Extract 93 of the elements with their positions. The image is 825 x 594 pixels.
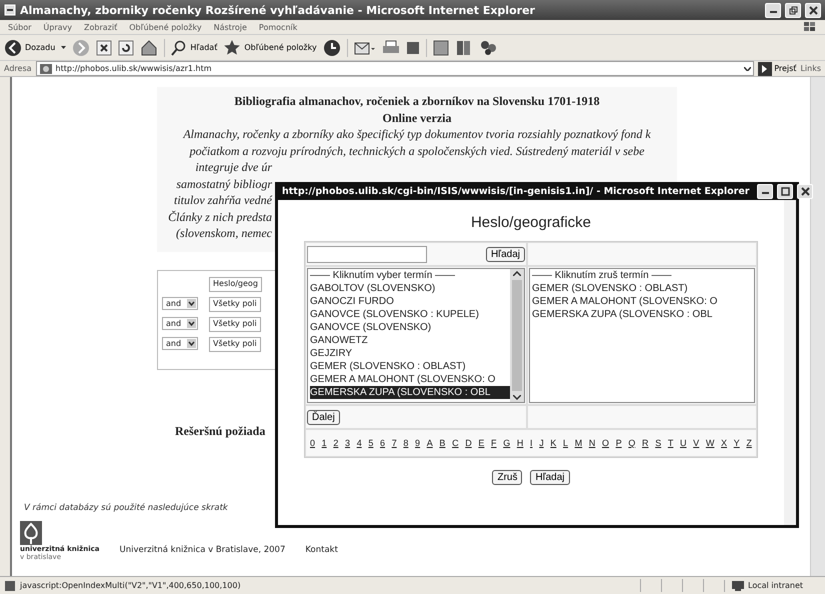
list-item[interactable]: GEMERSKA ZUPA (SLOVENSKO : OBL <box>532 308 754 321</box>
status-text: javascript:OpenIndexMulti("V2","V1",400,650,100,100) <box>20 581 241 590</box>
intro-text: Články z nich predsta <box>168 210 272 224</box>
list-item[interactable]: GEMER A MALOHONT (SLOVENSKO: O <box>532 295 754 308</box>
intro-text: Almanachy, ročenky a zborníky ako špecifický typ dokumentov tvoria rozsiahly poznatkový fond k <box>183 126 651 142</box>
index-link[interactable]: A <box>426 438 433 448</box>
intro-text: (slovenskom, nemec <box>176 226 272 240</box>
menu-item[interactable]: Obľúbené položky <box>129 22 202 32</box>
list-item[interactable]: GEMER (SLOVENSKO : OBLAST) <box>310 360 510 373</box>
list-item[interactable]: GANOCZI FURDO <box>310 295 510 308</box>
next-button[interactable]: Ďalej <box>307 410 340 424</box>
index-link[interactable]: 9 <box>415 438 420 448</box>
list-item[interactable]: GEMER (SLOVENSKO : OBLAST) <box>532 282 754 295</box>
favorites-button[interactable]: Obľúbené položky <box>223 39 317 56</box>
index-link[interactable]: R <box>642 438 649 448</box>
field-select[interactable]: Všetky poli <box>209 336 261 352</box>
index-link[interactable]: T <box>668 438 674 448</box>
selected-terms-listbox[interactable]: —— Kliknutím zruš termín —— GEMER (SLOVENSKO : OBLAST) GEMER A MALOHONT (SLOVENSKO: O GEMERSKA ZUPA (SLOVENSKO : OBL <box>529 268 755 403</box>
intro-text: integruje dve úr <box>195 160 272 174</box>
address-label: Adresa <box>4 64 32 73</box>
intro-text: samostatný bibliogr <box>176 176 272 190</box>
list-item[interactable]: GABOLTOV (SLOVENSKO) <box>310 282 510 295</box>
index-link[interactable]: W <box>706 438 714 448</box>
contact-link[interactable]: Kontakt <box>305 544 338 560</box>
index-link[interactable]: P <box>616 438 622 448</box>
operator-select[interactable]: and <box>162 316 198 330</box>
back-button[interactable]: Dozadu <box>4 38 56 56</box>
list-header: —— Kliknutím vyber termín —— <box>310 269 456 282</box>
index-link[interactable]: 2 <box>333 438 338 448</box>
operator-select[interactable]: and <box>162 296 198 310</box>
index-link[interactable]: 5 <box>368 438 374 448</box>
window-title: Almanachy, zborniky ročenky Rozšírené vyhľadávanie - Microsoft Internet Explorer <box>20 4 535 16</box>
index-link[interactable]: 1 <box>322 438 327 448</box>
index-link[interactable]: U <box>680 438 687 448</box>
abbreviation-note: V rámci databázy sú použité nasledujúce skratk <box>24 502 229 512</box>
menu-item[interactable]: Súbor <box>8 22 32 32</box>
links-label[interactable]: Links <box>800 64 821 73</box>
page-heading: Online verzia <box>382 110 452 126</box>
index-link[interactable]: F <box>491 438 497 448</box>
index-link[interactable]: 7 <box>392 438 397 448</box>
index-link[interactable]: G <box>503 438 510 448</box>
list-item[interactable]: GANOVCE (SLOVENSKO : KUPELE) <box>310 308 510 321</box>
index-link[interactable]: I <box>530 438 533 448</box>
index-link[interactable]: H <box>516 438 524 448</box>
list-item[interactable]: GANOWETZ <box>310 334 510 347</box>
search-button[interactable]: Hľadaj <box>486 246 525 262</box>
list-header: —— Kliknutím zruš termín —— <box>532 269 672 282</box>
dialog-button[interactable]: Zruš <box>492 470 522 485</box>
address-field[interactable]: http://phobos.ulib.sk/wwwisis/azr1.htm <box>36 61 754 76</box>
list-item[interactable]: GEJZIRY <box>310 347 510 360</box>
index-link[interactable]: E <box>478 438 484 448</box>
index-link[interactable]: M <box>574 438 582 448</box>
index-link[interactable]: S <box>655 438 662 448</box>
index-link[interactable]: 4 <box>356 438 362 448</box>
index-link[interactable]: 0 <box>310 438 316 448</box>
field-select[interactable]: Heslo/geog <box>209 276 262 292</box>
index-link[interactable]: C <box>452 438 459 448</box>
list-item[interactable]: GANOVCE (SLOVENSKO) <box>310 321 510 334</box>
search-button[interactable]: Hľadať <box>171 40 218 56</box>
index-link[interactable]: B <box>439 438 446 448</box>
index-link[interactable]: 6 <box>380 438 386 448</box>
section-heading: Rešeršnú požiada <box>175 424 266 438</box>
field-select[interactable]: Všetky poli <box>209 316 261 332</box>
index-link[interactable]: D <box>465 438 472 448</box>
menu-item[interactable]: Zobraziť <box>84 22 118 32</box>
menu-item[interactable]: Nástroje <box>214 22 247 32</box>
menu-item[interactable]: Pomocník <box>258 22 298 32</box>
index-link[interactable]: X <box>721 438 728 448</box>
index-link[interactable]: K <box>550 438 556 448</box>
intro-text: počiatkom a rozvoju prírodných, technických a spoločenských vied. Sústredený materiál v sebe <box>190 142 644 159</box>
list-item[interactable]: GEMERSKA ZUPA (SLOVENSKO : OBL <box>310 386 510 399</box>
copyright-text: Univerzitná knižnica v Bratislave, 2007 <box>119 544 286 556</box>
popup-title: http://phobos.ulib.sk/cgi-bin/ISIS/wwwisis/[in-genisis1.in]/ - Microsoft Internet Explorer <box>282 186 750 196</box>
index-link[interactable]: J <box>539 438 544 448</box>
intro-text: titulov zahŕňa vedné <box>174 193 272 207</box>
menu-item[interactable]: Úpravy <box>43 22 72 32</box>
zone-text: Local intranet <box>748 581 804 590</box>
index-link[interactable]: Z <box>746 438 752 448</box>
index-link[interactable]: 8 <box>403 438 408 448</box>
index-link[interactable]: O <box>602 438 610 448</box>
dialog-button[interactable]: Hľadaj <box>530 470 570 485</box>
index-link[interactable]: V <box>693 438 700 448</box>
page-heading: Bibliografia almanachov, ročeniek a zborníkov na Slovensku 1701-1918 <box>234 93 600 110</box>
list-item[interactable]: GEMER A MALOHONT (SLOVENSKO: O <box>310 373 510 386</box>
index-link[interactable]: L <box>563 438 568 448</box>
popup-heading: Heslo/geograficke <box>470 214 592 231</box>
go-button[interactable]: Prejsť <box>758 62 796 76</box>
index-link[interactable]: 3 <box>345 438 350 448</box>
field-select[interactable]: Všetky poli <box>209 296 261 312</box>
index-link[interactable]: N <box>588 438 596 448</box>
operator-select[interactable]: and <box>162 336 198 350</box>
index-link[interactable]: Q <box>628 438 636 448</box>
index-link[interactable]: Y <box>734 438 740 448</box>
